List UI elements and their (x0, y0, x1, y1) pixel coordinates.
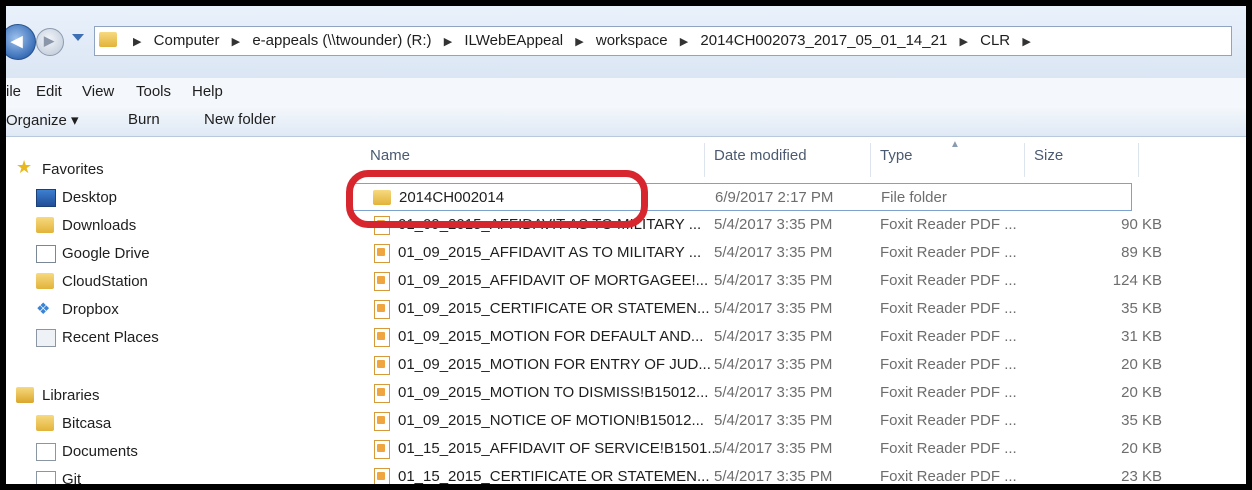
table-row[interactable]: 01_09_2015_MOTION TO DISMISS!B15012... 5… (352, 379, 1232, 407)
column-divider[interactable] (1138, 143, 1139, 177)
breadcrumb-ilwebeappeal[interactable]: ILWebEAppeal (464, 32, 563, 49)
pdf-file-icon (374, 468, 390, 484)
table-row[interactable]: 01_09_2015_AFFIDAVIT OF MORTGAGEE!... 5/… (352, 267, 1232, 295)
recent-pages-dropdown-icon[interactable] (72, 34, 84, 41)
column-divider[interactable] (870, 143, 871, 177)
pdf-file-icon (374, 244, 390, 263)
sort-arrow-icon: ▲ (950, 139, 960, 150)
column-date-modified[interactable]: Date modified (714, 147, 807, 164)
documents-icon (36, 443, 56, 461)
breadcrumb-computer[interactable]: Computer (154, 32, 220, 49)
google-drive-icon (36, 245, 56, 263)
column-divider[interactable] (1024, 143, 1025, 177)
pdf-file-icon (374, 328, 390, 347)
new-folder-button[interactable]: New folder (204, 111, 276, 128)
breadcrumb: ▶ Computer ▶ e-appeals (\\twounder) (R:)… (125, 32, 1039, 49)
menu-tools[interactable]: Tools (136, 83, 171, 100)
chevron-right-icon[interactable]: ▶ (680, 36, 688, 48)
table-row[interactable]: 01_09_2015_MOTION FOR ENTRY OF JUD... 5/… (352, 351, 1232, 379)
organize-button[interactable]: Organize ▾ (6, 111, 79, 129)
git-icon (36, 471, 56, 484)
table-row[interactable]: 01_09_2015_CERTIFICATE OR STATEMEN... 5/… (352, 295, 1232, 323)
desktop-icon (36, 189, 56, 207)
chevron-right-icon[interactable]: ▶ (444, 36, 452, 48)
chevron-right-icon[interactable]: ▶ (232, 36, 240, 48)
address-toolbar: ◀ ▶ ▶ Computer ▶ e-appeals (\\twounder) … (6, 6, 1246, 78)
chevron-right-icon: ▶ (133, 36, 142, 48)
breadcrumb-clr[interactable]: CLR (980, 32, 1010, 49)
back-arrow-icon: ◀ (11, 33, 23, 50)
table-row[interactable]: 01_09_2015_NOTICE OF MOTION!B15012... 5/… (352, 407, 1232, 435)
column-type[interactable]: Type (880, 147, 913, 164)
back-button[interactable]: ◀ (6, 24, 36, 60)
pdf-file-icon (374, 300, 390, 319)
table-row[interactable]: 01_09_2015_MOTION FOR DEFAULT AND... 5/4… (352, 323, 1232, 351)
pdf-file-icon (374, 356, 390, 375)
menu-bar: ile Edit View Tools Help (6, 78, 1246, 107)
libraries-icon (16, 387, 34, 403)
table-row[interactable]: 01_15_2015_AFFIDAVIT OF SERVICE!B1501...… (352, 435, 1232, 463)
breadcrumb-case[interactable]: 2014CH002073_2017_05_01_14_21 (700, 32, 947, 49)
menu-file[interactable]: ile (6, 83, 21, 100)
command-bar: Organize ▾ Burn New folder (6, 106, 1246, 137)
pdf-file-icon (374, 272, 390, 291)
column-name[interactable]: Name (370, 147, 410, 164)
burn-button[interactable]: Burn (128, 111, 160, 128)
breadcrumb-drive[interactable]: e-appeals (\\twounder) (R:) (252, 32, 431, 49)
column-size[interactable]: Size (1034, 147, 1063, 164)
pdf-file-icon (374, 384, 390, 403)
pdf-file-icon (374, 440, 390, 459)
forward-button[interactable]: ▶ (36, 28, 64, 56)
table-row[interactable]: 01_15_2015_CERTIFICATE OR STATEMEN... 5/… (352, 463, 1232, 484)
chevron-right-icon[interactable]: ▶ (959, 36, 967, 48)
forward-arrow-icon: ▶ (44, 33, 54, 48)
red-circle-annotation (346, 170, 648, 228)
explorer-window: ◀ ▶ ▶ Computer ▶ e-appeals (\\twounder) … (6, 6, 1246, 484)
table-row[interactable]: 01_09_2015_AFFIDAVIT AS TO MILITARY ... … (352, 239, 1232, 267)
recent-places-icon (36, 329, 56, 347)
breadcrumb-workspace[interactable]: workspace (596, 32, 668, 49)
dropbox-icon: ❖ (36, 301, 51, 318)
navigation-pane: ★ Favorites Desktop Downloads Google Dri… (6, 137, 336, 484)
chevron-right-icon[interactable]: ▶ (575, 36, 583, 48)
pdf-file-icon (374, 412, 390, 431)
menu-edit[interactable]: Edit (36, 83, 62, 100)
folder-icon (36, 273, 54, 289)
chevron-right-icon[interactable]: ▶ (1022, 36, 1030, 48)
address-bar[interactable]: ▶ Computer ▶ e-appeals (\\twounder) (R:)… (94, 26, 1232, 56)
menu-view[interactable]: View (82, 83, 114, 100)
star-icon: ★ (16, 157, 33, 177)
menu-help[interactable]: Help (192, 83, 223, 100)
folder-icon (99, 32, 117, 47)
column-divider[interactable] (704, 143, 705, 177)
downloads-folder-icon (36, 217, 54, 233)
folder-icon (36, 415, 54, 431)
